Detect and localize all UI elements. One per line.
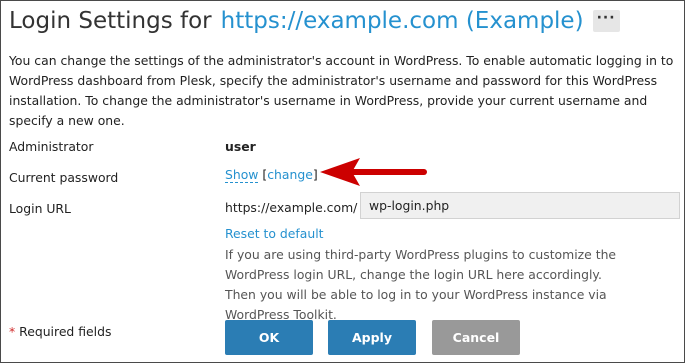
login-url-prefix: https://example.com/ [225,200,358,215]
administrator-label: Administrator [9,139,94,154]
site-link[interactable]: https://example.com (Example) [221,8,584,34]
apply-button[interactable]: Apply [328,320,416,355]
reset-row: Reset to default [225,226,324,241]
bracket-close: ] [312,167,318,182]
current-password-label: Current password [9,170,119,185]
login-url-input[interactable] [360,192,680,219]
cancel-button[interactable]: Cancel [432,320,520,355]
ok-button[interactable]: OK [225,320,313,355]
show-password-link[interactable]: Show [225,167,259,183]
required-fields-text: Required fields [19,324,112,339]
description-text: You can change the settings of the admin… [9,53,674,128]
login-url-hint: If you are using third-party WordPress p… [225,247,617,322]
more-options-button[interactable]: ··· [592,10,620,32]
reset-to-default-link[interactable]: Reset to default [225,226,324,241]
required-fields-note: * Required fields [9,324,111,339]
password-actions: Show [change] [225,167,318,183]
red-arrow-annotation-icon [320,158,427,186]
change-password-link[interactable]: change [267,167,313,182]
page-title: Login Settings for https://example.com (… [9,8,620,34]
administrator-value: user [225,139,256,154]
required-star: * [9,324,16,339]
title-prefix: Login Settings for [9,8,212,34]
login-url-label: Login URL [9,201,71,216]
